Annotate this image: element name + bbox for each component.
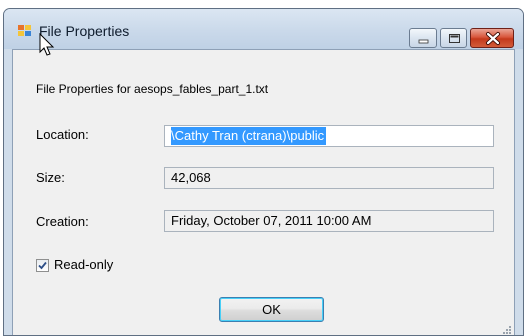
close-icon	[486, 32, 500, 45]
checkmark-icon	[38, 261, 47, 270]
readonly-checkbox[interactable]	[36, 259, 49, 272]
title-bar[interactable]: File Properties	[4, 9, 523, 49]
size-value: 42,068	[171, 170, 211, 185]
location-value: \Cathy Tran (ctrana)\public	[171, 127, 327, 145]
readonly-label[interactable]: Read-only	[54, 257, 113, 272]
size-label: Size:	[36, 170, 65, 185]
creation-value: Friday, October 07, 2011 10:00 AM	[171, 213, 372, 228]
close-button[interactable]	[470, 28, 514, 48]
creation-field[interactable]: Friday, October 07, 2011 10:00 AM	[164, 210, 494, 232]
minimize-button[interactable]	[409, 28, 437, 48]
location-field[interactable]: \Cathy Tran (ctrana)\public	[164, 125, 494, 147]
file-properties-window: File Properties File Properties for aeso…	[3, 8, 524, 336]
creation-label: Creation:	[36, 214, 89, 229]
maximize-button[interactable]	[440, 28, 467, 48]
maximize-icon	[449, 34, 460, 43]
location-label: Location:	[36, 127, 89, 142]
size-field[interactable]: 42,068	[164, 167, 494, 189]
mouse-cursor-icon	[39, 33, 55, 56]
ok-button[interactable]: OK	[219, 297, 324, 322]
resize-grip-icon[interactable]	[502, 325, 512, 335]
minimize-icon	[418, 39, 429, 44]
dialog-heading: File Properties for aesops_fables_part_1…	[36, 82, 269, 96]
app-window-icon	[18, 25, 31, 36]
dialog-body: File Properties for aesops_fables_part_1…	[12, 49, 515, 335]
